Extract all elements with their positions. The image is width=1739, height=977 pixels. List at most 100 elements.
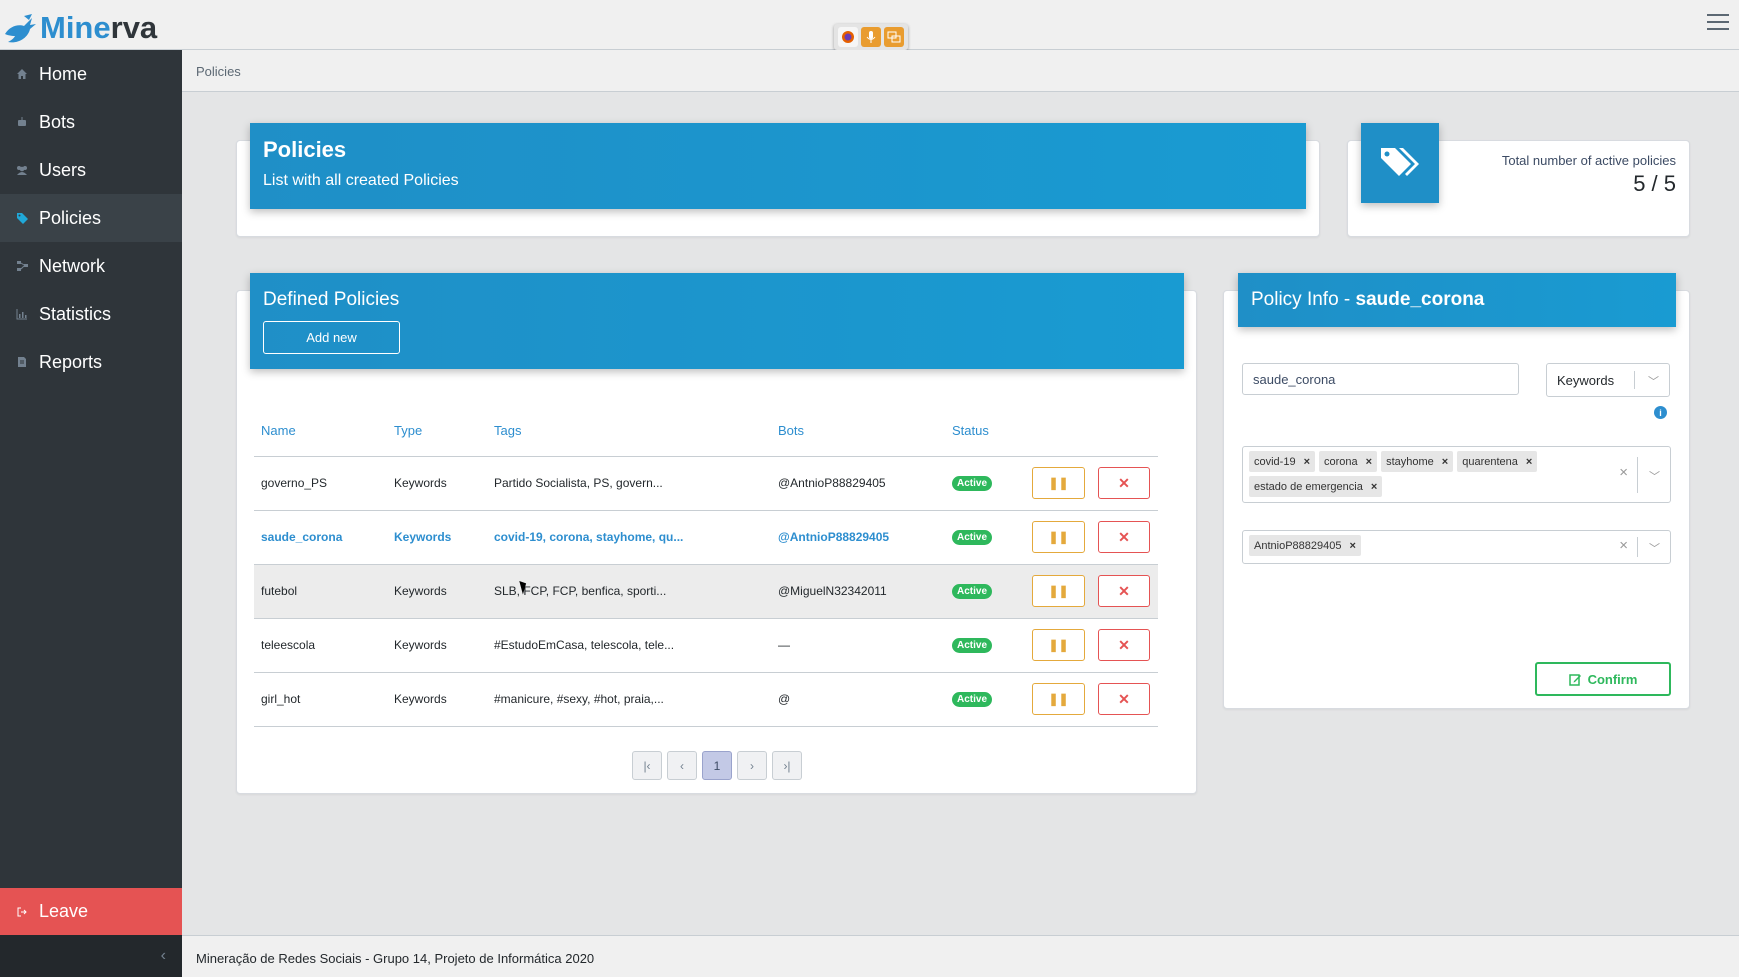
column-header-delete	[1091, 406, 1158, 457]
close-icon: ✕	[1118, 582, 1130, 599]
status-badge: Active	[952, 476, 993, 491]
cell-tags: Partido Socialista, PS, govern...	[487, 456, 771, 511]
chevron-down-icon[interactable]: ﹀	[1649, 468, 1660, 484]
cell-type: Keywords	[387, 510, 487, 565]
pause-button[interactable]: ❚❚	[1032, 521, 1085, 553]
tags-multiselect[interactable]: covid-19 × corona × stayhome × quarentena × …	[1242, 446, 1671, 503]
sidebar-item-home[interactable]: Home	[0, 50, 182, 98]
sidebar-item-label: Policies	[39, 207, 102, 228]
delete-button[interactable]: ✕	[1098, 629, 1150, 661]
sidebar-item-statistics[interactable]: Statistics	[0, 290, 182, 338]
browser-extension-bar	[834, 24, 908, 50]
top-header: Minerva	[0, 0, 1739, 50]
prev-page-button[interactable]: ‹	[667, 751, 697, 780]
cell-name: girl_hot	[254, 672, 387, 727]
remove-tag-icon[interactable]: ×	[1526, 456, 1532, 468]
delete-button[interactable]: ✕	[1098, 683, 1150, 715]
pause-button[interactable]: ❚❚	[1032, 575, 1085, 607]
pause-button[interactable]: ❚❚	[1032, 467, 1085, 499]
pause-button[interactable]: ❚❚	[1032, 683, 1085, 715]
sidebar-item-reports[interactable]: Reports	[0, 338, 182, 386]
pagination: |‹ ‹ 1 › ›|	[632, 751, 802, 780]
policy-type-select[interactable]: Keywords ﹀	[1546, 363, 1670, 397]
add-new-button[interactable]: Add new	[263, 321, 400, 354]
last-page-button[interactable]: ›|	[772, 751, 802, 780]
delete-button[interactable]: ✕	[1098, 521, 1150, 553]
sidebar-collapse-button[interactable]: ‹	[0, 935, 182, 977]
chart-icon	[15, 307, 29, 321]
info-icon[interactable]: i	[1654, 406, 1667, 419]
close-icon: ✕	[1118, 474, 1130, 491]
table-row[interactable]: saude_corona Keywords covid-19, corona, …	[254, 510, 1158, 565]
policy-info-title: Policy Info -	[1251, 289, 1356, 310]
clear-tags-icon[interactable]: ×	[1619, 464, 1628, 481]
breadcrumb-item: Policies	[196, 64, 241, 79]
cell-name: teleescola	[254, 618, 387, 673]
column-header-type[interactable]: Type	[387, 406, 487, 457]
delete-button[interactable]: ✕	[1098, 575, 1150, 607]
first-page-button[interactable]: |‹	[632, 751, 662, 780]
cell-name: saude_corona	[254, 510, 387, 565]
column-header-name[interactable]: Name	[254, 406, 387, 457]
page-number-button[interactable]: 1	[702, 751, 732, 780]
confirm-button[interactable]: Confirm	[1535, 662, 1671, 696]
menu-toggle-icon[interactable]	[1707, 14, 1729, 32]
table-row[interactable]: girl_hot Keywords #manicure, #sexy, #hot…	[254, 672, 1158, 727]
column-header-pause	[1025, 406, 1091, 457]
tag-chip: covid-19 ×	[1249, 451, 1316, 472]
microphone-icon[interactable]	[860, 27, 881, 47]
clear-bots-icon[interactable]: ×	[1619, 537, 1628, 554]
table-row[interactable]: teleescola Keywords #EstudoEmCasa, teles…	[254, 618, 1158, 673]
page-title: Policies	[263, 137, 347, 162]
chevron-down-icon[interactable]: ﹀	[1649, 540, 1660, 556]
sidebar-item-network[interactable]: Network	[0, 242, 182, 290]
table-row[interactable]: governo_PS Keywords Partido Socialista, …	[254, 456, 1158, 511]
remove-tag-icon[interactable]: ×	[1442, 456, 1448, 468]
policy-type-value: Keywords	[1557, 373, 1615, 388]
defined-policies-header: Defined Policies Add new	[250, 273, 1184, 369]
section-title: Defined Policies	[263, 289, 400, 310]
remove-tag-icon[interactable]: ×	[1371, 481, 1377, 493]
status-badge: Active	[952, 638, 993, 653]
column-header-status[interactable]: Status	[945, 406, 1025, 457]
leave-button[interactable]: Leave	[0, 888, 182, 935]
app-logo[interactable]: Minerva	[2, 4, 157, 48]
app-name: Minerva	[40, 10, 158, 45]
pause-icon: ❚❚	[1048, 638, 1069, 652]
pause-icon: ❚❚	[1048, 584, 1069, 598]
bots-multiselect[interactable]: AntnioP88829405 × × ﹀	[1242, 530, 1671, 564]
sign-out-icon	[15, 905, 29, 919]
pause-button[interactable]: ❚❚	[1032, 629, 1085, 661]
column-header-bots[interactable]: Bots	[771, 406, 945, 457]
firefox-icon[interactable]	[838, 27, 859, 47]
close-icon: ✕	[1118, 690, 1130, 707]
cell-status: Active	[945, 672, 1025, 727]
delete-button[interactable]: ✕	[1098, 467, 1150, 499]
file-icon	[15, 355, 29, 369]
cell-tags: #manicure, #sexy, #hot, praia,...	[487, 672, 771, 727]
sidebar-item-bots[interactable]: Bots	[0, 98, 182, 146]
chevron-down-icon: ﹀	[1648, 376, 1659, 388]
sidebar-item-policies[interactable]: Policies	[0, 194, 182, 242]
status-badge: Active	[952, 584, 993, 599]
tag-chip: quarentena ×	[1457, 451, 1538, 472]
column-header-tags[interactable]: Tags	[487, 406, 771, 457]
screen-share-icon[interactable]	[883, 27, 904, 47]
cell-bots: @AntnioP88829405	[771, 510, 945, 565]
next-page-button[interactable]: ›	[737, 751, 767, 780]
sidebar-item-users[interactable]: Users	[0, 146, 182, 194]
cell-bots: —	[771, 618, 945, 673]
close-icon: ✕	[1118, 528, 1130, 545]
remove-tag-icon[interactable]: ×	[1304, 456, 1310, 468]
cell-tags: SLB, FCP, FCP, benfica, sporti...	[487, 564, 771, 619]
policy-name-input[interactable]: saude_corona	[1242, 363, 1519, 395]
leave-label: Leave	[39, 901, 89, 921]
robot-icon	[15, 115, 29, 129]
table-row[interactable]: futebol Keywords SLB, FCP, FCP, benfica,…	[254, 564, 1158, 619]
sidebar-item-label: Bots	[39, 111, 76, 132]
cell-bots: @MiguelN32342011	[771, 564, 945, 619]
cell-type: Keywords	[387, 564, 487, 619]
remove-tag-icon[interactable]: ×	[1366, 456, 1372, 468]
pause-icon: ❚❚	[1048, 476, 1069, 490]
remove-bot-icon[interactable]: ×	[1349, 540, 1355, 552]
